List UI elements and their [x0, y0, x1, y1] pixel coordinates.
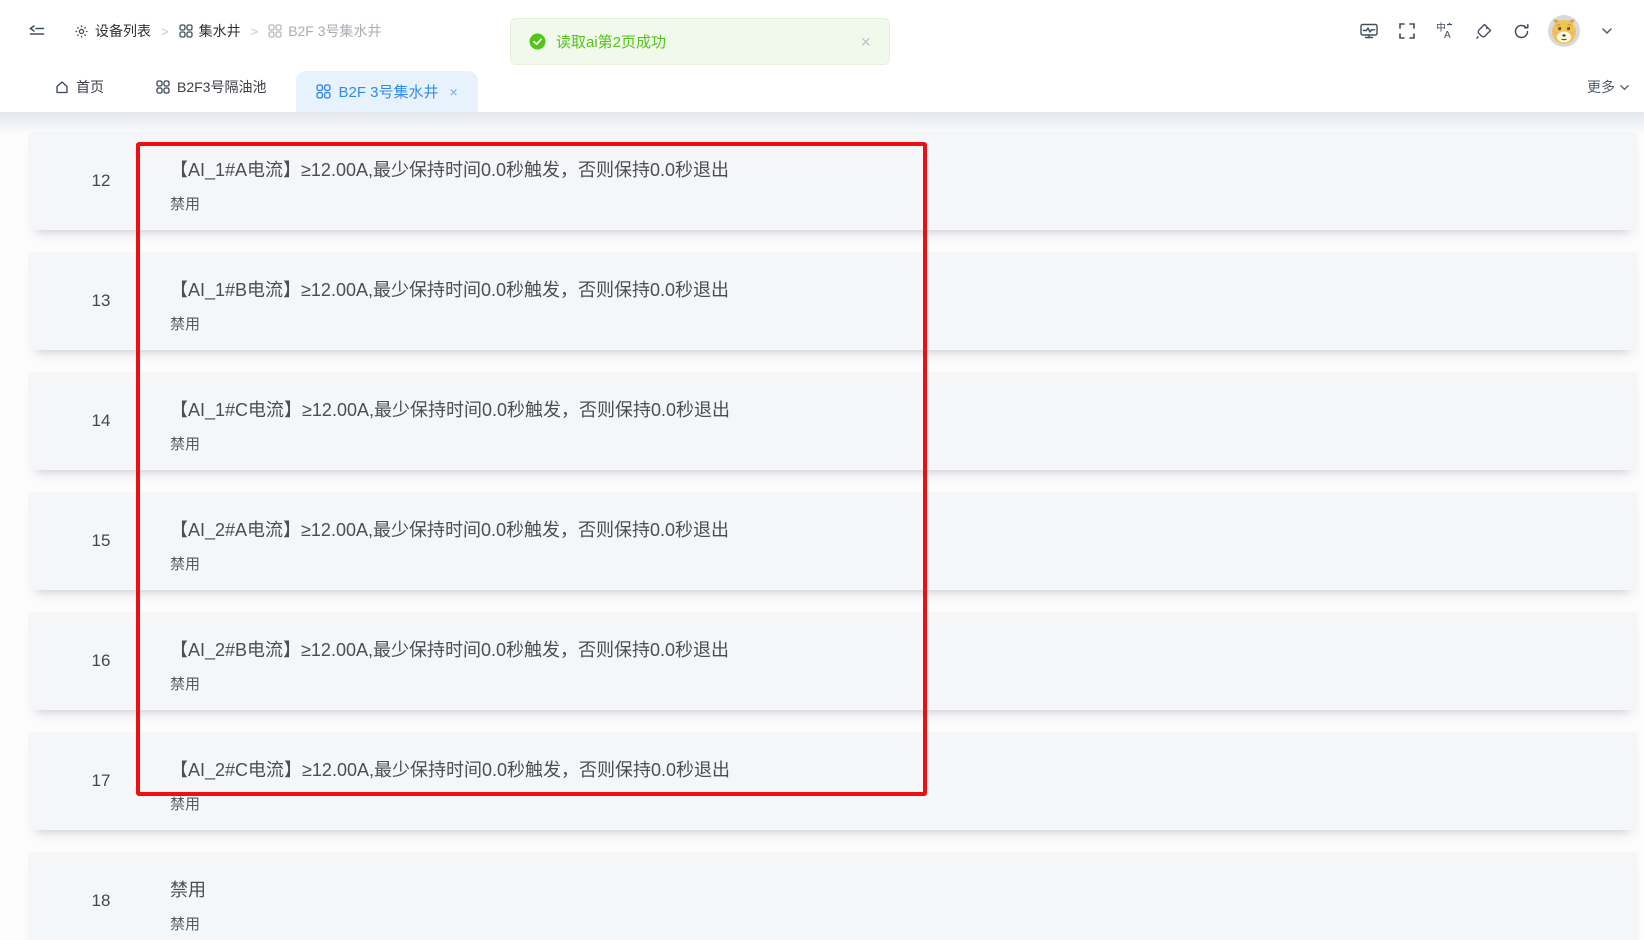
header-right: 中 A — [1358, 15, 1618, 47]
breadcrumb-separator: > — [161, 24, 169, 39]
row-index: 13 — [28, 252, 174, 350]
rule-row[interactable]: 15 【AI_2#A电流】≥12.00A,最少保持时间0.0秒触发，否则保持0.… — [28, 492, 1638, 590]
success-check-icon — [529, 33, 546, 50]
grid-icon — [156, 80, 170, 94]
tab-label: 首页 — [76, 77, 104, 97]
rule-row[interactable]: 16 【AI_2#B电流】≥12.00A,最少保持时间0.0秒触发，否则保持0.… — [28, 612, 1638, 710]
breadcrumb-label: 设备列表 — [95, 21, 151, 41]
row-sub-text: 禁用 — [170, 193, 200, 214]
theme-tag-icon[interactable] — [1472, 20, 1494, 42]
grid-icon — [179, 24, 193, 38]
row-main-text: 【AI_1#C电流】≥12.00A,最少保持时间0.0秒触发，否则保持0.0秒退… — [170, 396, 730, 422]
rule-row[interactable]: 12 【AI_1#A电流】≥12.00A,最少保持时间0.0秒触发，否则保持0.… — [28, 132, 1638, 230]
monitor-chart-icon[interactable] — [1358, 20, 1380, 42]
grid-icon — [268, 24, 282, 38]
breadcrumb-separator: > — [251, 24, 259, 39]
success-toast: 读取ai第2页成功 × — [510, 18, 890, 65]
chevron-down-icon[interactable] — [1596, 20, 1618, 42]
row-sub-text: 禁用 — [170, 313, 200, 334]
header-left: 设备列表 > 集水井 > — [26, 20, 382, 42]
tab-bar: 首页 B2F3号隔油池 B2F 3号集水井 × 更多 — [0, 62, 1644, 112]
refresh-icon[interactable] — [1510, 20, 1532, 42]
breadcrumb-item-device-list[interactable]: 设备列表 — [74, 21, 151, 41]
more-dropdown[interactable]: 更多 — [1587, 62, 1630, 112]
menu-fold-icon[interactable] — [26, 20, 48, 42]
row-main-text: 【AI_1#A电流】≥12.00A,最少保持时间0.0秒触发，否则保持0.0秒退… — [170, 156, 729, 182]
more-label: 更多 — [1587, 77, 1615, 97]
fullscreen-icon[interactable] — [1396, 20, 1418, 42]
rule-rows: 12 【AI_1#A电流】≥12.00A,最少保持时间0.0秒触发，否则保持0.… — [0, 112, 1644, 940]
rule-row[interactable]: 18 禁用 禁用 — [28, 852, 1638, 940]
row-sub-text: 禁用 — [170, 673, 200, 694]
row-index: 15 — [28, 492, 174, 590]
home-icon — [55, 80, 69, 94]
row-sub-text: 禁用 — [170, 553, 200, 574]
row-main-text: 【AI_1#B电流】≥12.00A,最少保持时间0.0秒触发，否则保持0.0秒退… — [170, 276, 729, 302]
tab-home[interactable]: 首页 — [55, 77, 104, 97]
translate-icon[interactable]: 中 A — [1434, 20, 1456, 42]
row-main-text: 【AI_2#A电流】≥12.00A,最少保持时间0.0秒触发，否则保持0.0秒退… — [170, 516, 729, 542]
row-index: 14 — [28, 372, 174, 470]
rule-row[interactable]: 17 【AI_2#C电流】≥12.00A,最少保持时间0.0秒触发，否则保持0.… — [28, 732, 1638, 830]
app-window: 设备列表 > 集水井 > — [0, 0, 1644, 940]
row-main-text: 【AI_2#B电流】≥12.00A,最少保持时间0.0秒触发，否则保持0.0秒退… — [170, 636, 729, 662]
row-main-text: 禁用 — [170, 876, 206, 902]
tab-b2f3-grease-trap[interactable]: B2F3号隔油池 — [156, 77, 266, 97]
grid-icon — [316, 84, 331, 99]
row-sub-text: 禁用 — [170, 793, 200, 814]
row-index: 18 — [28, 852, 174, 940]
row-sub-text: 禁用 — [170, 913, 200, 934]
toast-close-icon[interactable]: × — [860, 33, 871, 51]
row-index: 16 — [28, 612, 174, 710]
row-index: 17 — [28, 732, 174, 830]
toast-message: 读取ai第2页成功 — [556, 31, 860, 52]
breadcrumb: 设备列表 > 集水井 > — [74, 21, 382, 41]
rule-row[interactable]: 14 【AI_1#C电流】≥12.00A,最少保持时间0.0秒触发，否则保持0.… — [28, 372, 1638, 470]
rule-list-panel: 12 【AI_1#A电流】≥12.00A,最少保持时间0.0秒触发，否则保持0.… — [0, 112, 1644, 940]
user-avatar[interactable] — [1548, 15, 1580, 47]
tab-close-icon[interactable]: × — [450, 84, 458, 100]
chevron-down-icon — [1619, 82, 1630, 93]
row-main-text: 【AI_2#C电流】≥12.00A,最少保持时间0.0秒触发，否则保持0.0秒退… — [170, 756, 730, 782]
breadcrumb-label: B2F 3号集水井 — [288, 21, 381, 41]
rule-row[interactable]: 13 【AI_1#B电流】≥12.00A,最少保持时间0.0秒触发，否则保持0.… — [28, 252, 1638, 350]
tab-b2f3-sump-well-active[interactable]: B2F 3号集水井 × — [296, 71, 477, 112]
row-index: 12 — [28, 132, 174, 230]
row-sub-text: 禁用 — [170, 433, 200, 454]
gear-icon — [74, 24, 89, 39]
svg-text:A: A — [1444, 30, 1451, 41]
breadcrumb-item-current: B2F 3号集水井 — [268, 21, 381, 41]
tab-label: B2F 3号集水井 — [338, 81, 438, 102]
breadcrumb-item-sump-well[interactable]: 集水井 — [179, 21, 241, 41]
tab-label: B2F3号隔油池 — [177, 77, 266, 97]
breadcrumb-label: 集水井 — [199, 21, 241, 41]
